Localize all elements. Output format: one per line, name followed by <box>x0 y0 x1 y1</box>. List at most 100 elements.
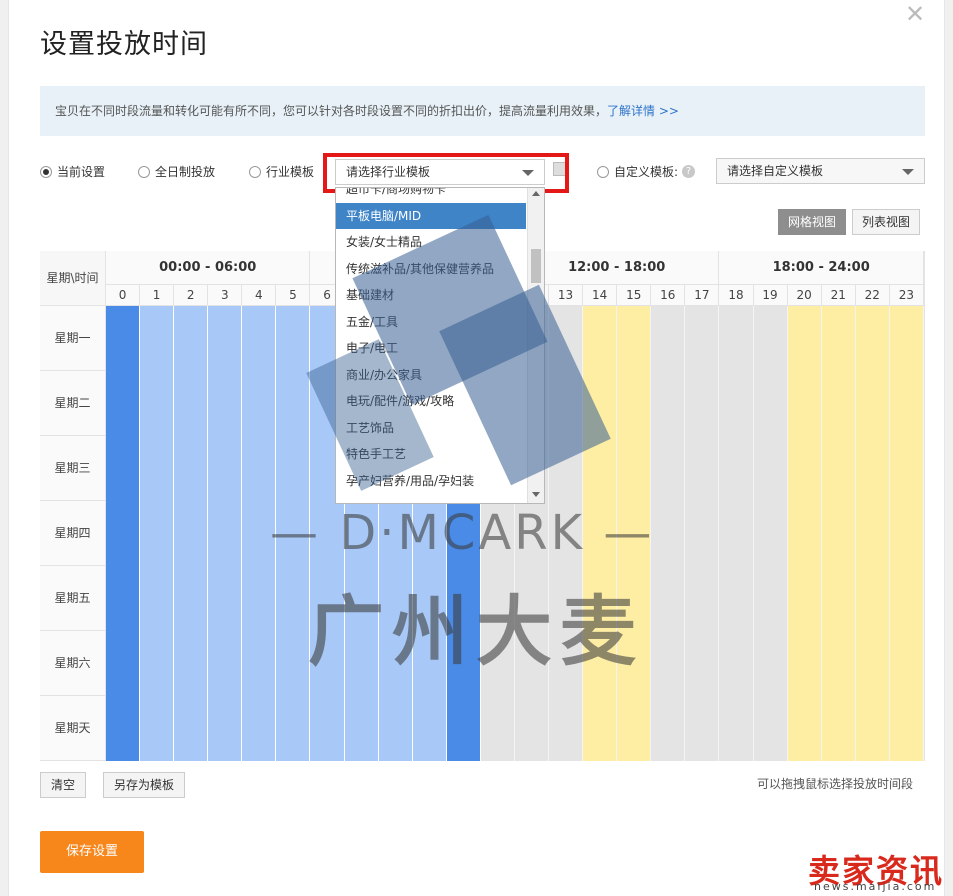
time-cell[interactable] <box>583 696 618 761</box>
time-cell[interactable] <box>685 631 720 696</box>
time-cell[interactable] <box>310 631 345 696</box>
time-cell[interactable] <box>651 306 686 371</box>
time-cell[interactable] <box>753 306 788 371</box>
time-cell[interactable] <box>583 566 618 631</box>
time-cell[interactable] <box>344 501 379 566</box>
dropdown-option[interactable]: 超市卡/商场购物卡 <box>336 188 526 202</box>
time-cell[interactable] <box>208 436 243 501</box>
time-cell[interactable] <box>855 371 890 436</box>
time-cell[interactable] <box>787 696 822 761</box>
time-cell[interactable] <box>753 501 788 566</box>
hour-header[interactable]: 16 <box>651 285 686 306</box>
hour-header[interactable]: 15 <box>617 285 652 306</box>
time-cell[interactable] <box>787 436 822 501</box>
hour-header[interactable]: 21 <box>821 285 856 306</box>
dropdown-option[interactable]: 商业/办公家具 <box>336 362 526 388</box>
time-cell[interactable] <box>276 566 311 631</box>
time-cell[interactable] <box>514 501 550 566</box>
time-cell[interactable] <box>106 696 141 761</box>
time-cell[interactable] <box>344 631 379 696</box>
time-cell[interactable] <box>583 306 618 371</box>
custom-template-select[interactable]: 请选择自定义模板 <box>716 158 925 184</box>
time-cell[interactable] <box>480 696 515 761</box>
time-cell[interactable] <box>855 436 890 501</box>
time-cell[interactable] <box>140 566 175 631</box>
time-cell[interactable] <box>889 501 924 566</box>
time-cell[interactable] <box>617 306 652 371</box>
time-cell[interactable] <box>719 696 754 761</box>
dropdown-option[interactable]: 特色手工艺 <box>336 441 526 467</box>
time-cell[interactable] <box>889 566 924 631</box>
hour-header[interactable]: 0 <box>106 285 141 306</box>
time-cell[interactable] <box>685 566 720 631</box>
time-cell[interactable] <box>821 566 856 631</box>
time-cell[interactable] <box>276 696 311 761</box>
time-cell[interactable] <box>651 631 686 696</box>
day-label[interactable]: 星期三 <box>40 436 106 501</box>
time-cell[interactable] <box>446 501 481 566</box>
time-cell[interactable] <box>787 501 822 566</box>
hour-header[interactable]: 14 <box>583 285 618 306</box>
time-cell[interactable] <box>378 696 413 761</box>
dropdown-option[interactable]: 孕产妇营养/用品/孕妇装 <box>336 468 526 494</box>
hour-header[interactable]: 2 <box>174 285 209 306</box>
time-cell[interactable] <box>412 696 447 761</box>
scroll-thumb[interactable] <box>531 249 541 283</box>
hour-header[interactable]: 4 <box>242 285 277 306</box>
time-cell[interactable] <box>242 436 277 501</box>
time-cell[interactable] <box>821 631 856 696</box>
time-cell[interactable] <box>787 306 822 371</box>
time-cell[interactable] <box>753 371 788 436</box>
time-cell[interactable] <box>685 436 720 501</box>
time-cell[interactable] <box>242 566 277 631</box>
time-cell[interactable] <box>651 696 686 761</box>
dropdown-option[interactable]: 电玩/配件/游戏/攻略 <box>336 388 526 414</box>
hour-header[interactable]: 3 <box>208 285 243 306</box>
time-cell[interactable] <box>378 631 413 696</box>
time-cell[interactable] <box>617 371 652 436</box>
time-cell[interactable] <box>446 631 481 696</box>
save-as-template-button[interactable]: 另存为模板 <box>103 772 186 798</box>
option-current[interactable]: 当前设置 <box>40 163 105 180</box>
day-label[interactable]: 星期四 <box>40 501 106 566</box>
time-cell[interactable] <box>549 306 584 371</box>
time-cell[interactable] <box>889 436 924 501</box>
time-cell[interactable] <box>685 696 720 761</box>
industry-dropdown-list[interactable]: 超市卡/商场购物卡 平板电脑/MID 女装/女士精品 传统滋补品/其他保健营养品 基础建… <box>335 187 545 504</box>
time-cell[interactable] <box>855 566 890 631</box>
time-cell[interactable] <box>617 631 652 696</box>
time-cell[interactable] <box>106 501 141 566</box>
time-cell[interactable] <box>208 631 243 696</box>
time-cell[interactable] <box>344 566 379 631</box>
time-cell[interactable] <box>208 696 243 761</box>
option-industry[interactable]: 行业模板 <box>249 163 314 180</box>
time-cell[interactable] <box>889 696 924 761</box>
time-cell[interactable] <box>106 306 141 371</box>
time-cell[interactable] <box>140 436 175 501</box>
time-cell[interactable] <box>514 566 550 631</box>
dropdown-option[interactable]: 工艺饰品 <box>336 415 526 441</box>
time-cell[interactable] <box>174 696 209 761</box>
list-view-button[interactable]: 列表视图 <box>852 209 921 235</box>
time-cell[interactable] <box>821 306 856 371</box>
time-cell[interactable] <box>651 436 686 501</box>
time-cell[interactable] <box>378 501 413 566</box>
time-cell[interactable] <box>140 371 175 436</box>
time-cell[interactable] <box>174 371 209 436</box>
dropdown-option[interactable]: 基础建材 <box>336 282 526 308</box>
time-cell[interactable] <box>140 631 175 696</box>
time-cell[interactable] <box>719 371 754 436</box>
time-cell[interactable] <box>276 371 311 436</box>
time-cell[interactable] <box>855 501 890 566</box>
hour-header[interactable]: 5 <box>276 285 311 306</box>
time-cell[interactable] <box>821 371 856 436</box>
time-cell[interactable] <box>821 696 856 761</box>
time-cell[interactable] <box>310 696 345 761</box>
time-cell[interactable] <box>855 631 890 696</box>
time-cell[interactable] <box>106 566 141 631</box>
time-cell[interactable] <box>583 436 618 501</box>
time-cell[interactable] <box>480 631 515 696</box>
radio-current[interactable] <box>40 165 52 178</box>
grid-view-button[interactable]: 网格视图 <box>778 209 847 235</box>
hour-header[interactable]: 17 <box>685 285 720 306</box>
